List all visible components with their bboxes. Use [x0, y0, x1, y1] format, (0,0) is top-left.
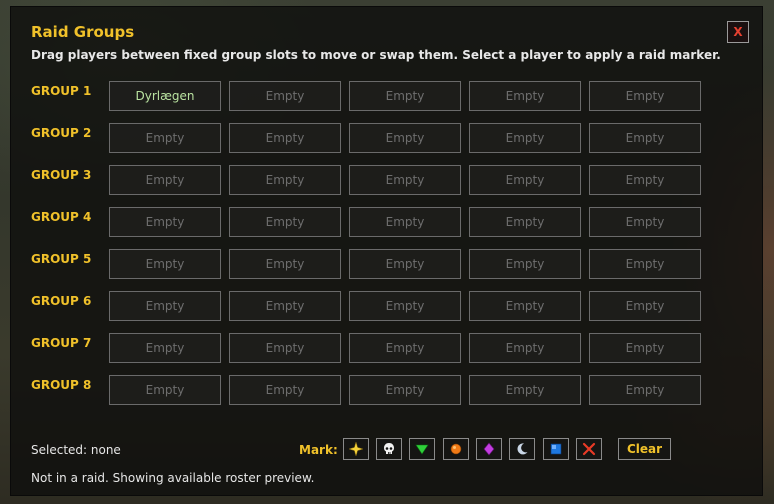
skull-icon — [384, 443, 394, 454]
diamond-icon — [483, 442, 495, 456]
empty-slot[interactable]: Empty — [229, 375, 341, 405]
empty-slot[interactable]: Empty — [349, 81, 461, 111]
empty-slot[interactable]: Empty — [349, 207, 461, 237]
empty-slot[interactable]: Empty — [109, 165, 221, 195]
empty-slot[interactable]: Empty — [349, 333, 461, 363]
marker-moon-button[interactable] — [509, 438, 535, 460]
empty-slot[interactable]: Empty — [349, 291, 461, 321]
empty-slot[interactable]: Empty — [589, 207, 701, 237]
empty-slot[interactable]: Empty — [229, 165, 341, 195]
raid-status-text: Not in a raid. Showing available roster … — [31, 471, 315, 485]
group-label: GROUP 4 — [31, 210, 92, 224]
group-label: GROUP 1 — [31, 84, 92, 98]
selected-player-text: Selected: none — [31, 443, 121, 457]
empty-slot[interactable]: Empty — [109, 249, 221, 279]
mark-label: Mark: — [299, 443, 338, 457]
empty-slot[interactable]: Empty — [229, 333, 341, 363]
group-row-8: GROUP 8 Empty Empty Empty Empty Empty — [31, 375, 711, 405]
empty-slot[interactable]: Empty — [469, 291, 581, 321]
clear-marker-button[interactable]: Clear — [618, 438, 671, 460]
marker-skull-button[interactable] — [376, 438, 402, 460]
group-label: GROUP 3 — [31, 168, 92, 182]
empty-slot[interactable]: Empty — [589, 291, 701, 321]
group-row-2: GROUP 2 Empty Empty Empty Empty Empty — [31, 123, 711, 153]
empty-slot[interactable]: Empty — [589, 249, 701, 279]
group-label: GROUP 6 — [31, 294, 92, 308]
square-icon — [550, 443, 562, 455]
empty-slot[interactable]: Empty — [349, 123, 461, 153]
empty-slot[interactable]: Empty — [229, 291, 341, 321]
close-button[interactable]: X — [727, 21, 749, 43]
empty-slot[interactable]: Empty — [109, 207, 221, 237]
window-title: Raid Groups — [31, 23, 135, 41]
player-slot[interactable]: Dyrlægen — [109, 81, 221, 111]
empty-slot[interactable]: Empty — [109, 333, 221, 363]
cross-icon — [582, 442, 596, 456]
group-label: GROUP 8 — [31, 378, 92, 392]
raid-groups-window: Raid Groups X Drag players between fixed… — [10, 6, 763, 496]
empty-slot[interactable]: Empty — [469, 375, 581, 405]
marker-diamond-button[interactable] — [476, 438, 502, 460]
empty-slot[interactable]: Empty — [229, 123, 341, 153]
marker-triangle-button[interactable] — [409, 438, 435, 460]
circle-icon — [450, 443, 462, 455]
moon-icon — [517, 443, 528, 455]
triangle-icon — [415, 444, 429, 455]
empty-slot[interactable]: Empty — [589, 123, 701, 153]
empty-slot[interactable]: Empty — [469, 249, 581, 279]
empty-slot[interactable]: Empty — [109, 375, 221, 405]
empty-slot[interactable]: Empty — [349, 165, 461, 195]
group-row-1: GROUP 1 Dyrlægen Empty Empty Empty Empty — [31, 81, 711, 111]
empty-slot[interactable]: Empty — [469, 123, 581, 153]
marker-square-button[interactable] — [543, 438, 569, 460]
group-row-5: GROUP 5 Empty Empty Empty Empty Empty — [31, 249, 711, 279]
game-background: Raid Groups X Drag players between fixed… — [0, 0, 774, 504]
empty-slot[interactable]: Empty — [109, 123, 221, 153]
group-label: GROUP 2 — [31, 126, 92, 140]
empty-slot[interactable]: Empty — [229, 207, 341, 237]
empty-slot[interactable]: Empty — [349, 375, 461, 405]
empty-slot[interactable]: Empty — [469, 165, 581, 195]
empty-slot[interactable]: Empty — [469, 207, 581, 237]
group-row-4: GROUP 4 Empty Empty Empty Empty Empty — [31, 207, 711, 237]
group-label: GROUP 5 — [31, 252, 92, 266]
empty-slot[interactable]: Empty — [469, 81, 581, 111]
empty-slot[interactable]: Empty — [109, 291, 221, 321]
marker-star-button[interactable] — [343, 438, 369, 460]
empty-slot[interactable]: Empty — [349, 249, 461, 279]
group-row-7: GROUP 7 Empty Empty Empty Empty Empty — [31, 333, 711, 363]
group-label: GROUP 7 — [31, 336, 92, 350]
marker-circle-button[interactable] — [443, 438, 469, 460]
group-row-3: GROUP 3 Empty Empty Empty Empty Empty — [31, 165, 711, 195]
empty-slot[interactable]: Empty — [229, 81, 341, 111]
star-icon — [349, 442, 363, 456]
empty-slot[interactable]: Empty — [469, 333, 581, 363]
group-row-6: GROUP 6 Empty Empty Empty Empty Empty — [31, 291, 711, 321]
empty-slot[interactable]: Empty — [589, 375, 701, 405]
marker-cross-button[interactable] — [576, 438, 602, 460]
empty-slot[interactable]: Empty — [589, 81, 701, 111]
empty-slot[interactable]: Empty — [229, 249, 341, 279]
instructions-text: Drag players between fixed group slots t… — [31, 48, 721, 62]
empty-slot[interactable]: Empty — [589, 333, 701, 363]
empty-slot[interactable]: Empty — [589, 165, 701, 195]
